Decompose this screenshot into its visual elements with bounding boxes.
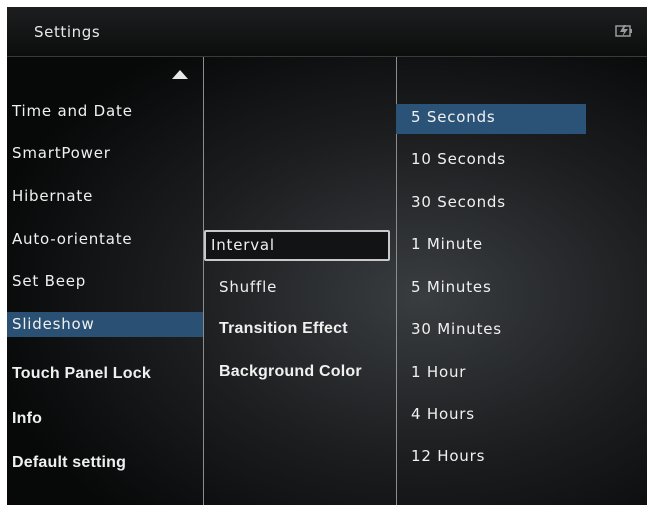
option-1-hour[interactable]: 1 Hour bbox=[411, 360, 586, 384]
submenu-item-shuffle[interactable]: Shuffle bbox=[219, 275, 389, 299]
page-title: Settings bbox=[34, 23, 101, 41]
title-bar: Settings bbox=[7, 7, 647, 57]
menu-item-slideshow[interactable]: Slideshow bbox=[7, 312, 203, 337]
option-5-seconds[interactable]: 5 Seconds bbox=[396, 104, 586, 134]
option-30-minutes[interactable]: 30 Minutes bbox=[411, 317, 586, 341]
battery-charging-icon bbox=[615, 25, 632, 37]
menu-item-info[interactable]: Info bbox=[12, 407, 203, 431]
option-1-minute[interactable]: 1 Minute bbox=[411, 232, 586, 256]
menu-item-auto-orientate[interactable]: Auto-orientate bbox=[12, 227, 203, 251]
option-5-minutes[interactable]: 5 Minutes bbox=[411, 275, 586, 299]
menu-item-smartpower[interactable]: SmartPower bbox=[12, 141, 203, 165]
submenu-item-transition-effect[interactable]: Transition Effect bbox=[219, 317, 389, 341]
option-4-hours[interactable]: 4 Hours bbox=[411, 402, 586, 426]
column-divider-left bbox=[203, 57, 204, 505]
option-12-hours[interactable]: 12 Hours bbox=[411, 444, 586, 468]
menu-item-hibernate[interactable]: Hibernate bbox=[12, 184, 203, 208]
submenu-item-background-color[interactable]: Background Color bbox=[219, 360, 389, 384]
menu-item-time-and-date[interactable]: Time and Date bbox=[12, 99, 203, 123]
option-10-seconds[interactable]: 10 Seconds bbox=[411, 147, 586, 171]
menu-item-default-setting[interactable]: Default setting bbox=[12, 451, 203, 475]
menu-item-touch-panel-lock[interactable]: Touch Panel Lock bbox=[12, 362, 203, 386]
submenu-item-interval[interactable]: Interval bbox=[204, 230, 390, 261]
scroll-up-arrow-icon[interactable] bbox=[172, 70, 188, 79]
option-30-seconds[interactable]: 30 Seconds bbox=[411, 190, 586, 214]
menu-item-set-beep[interactable]: Set Beep bbox=[12, 269, 203, 293]
photo-frame-screen: Settings Time and Date SmartPower Hibern… bbox=[7, 7, 647, 505]
